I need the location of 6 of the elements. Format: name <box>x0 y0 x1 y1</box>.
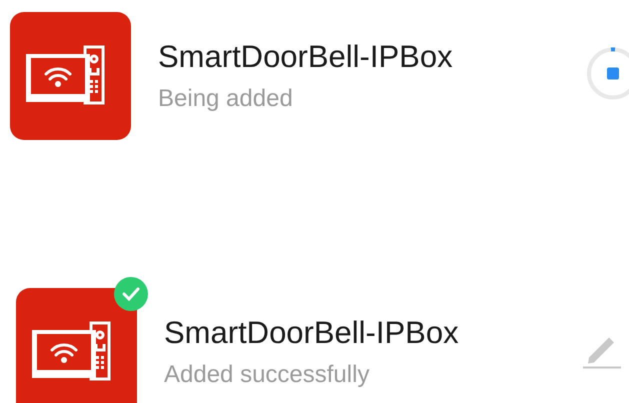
device-status: Added successfully <box>164 361 370 389</box>
check-icon <box>114 277 148 311</box>
device-name: SmartDoorBell-IPBox <box>158 39 453 75</box>
device-name: SmartDoorBell-IPBox <box>164 315 459 351</box>
device-status: Being added <box>158 85 294 113</box>
spinner-icon <box>585 46 629 102</box>
